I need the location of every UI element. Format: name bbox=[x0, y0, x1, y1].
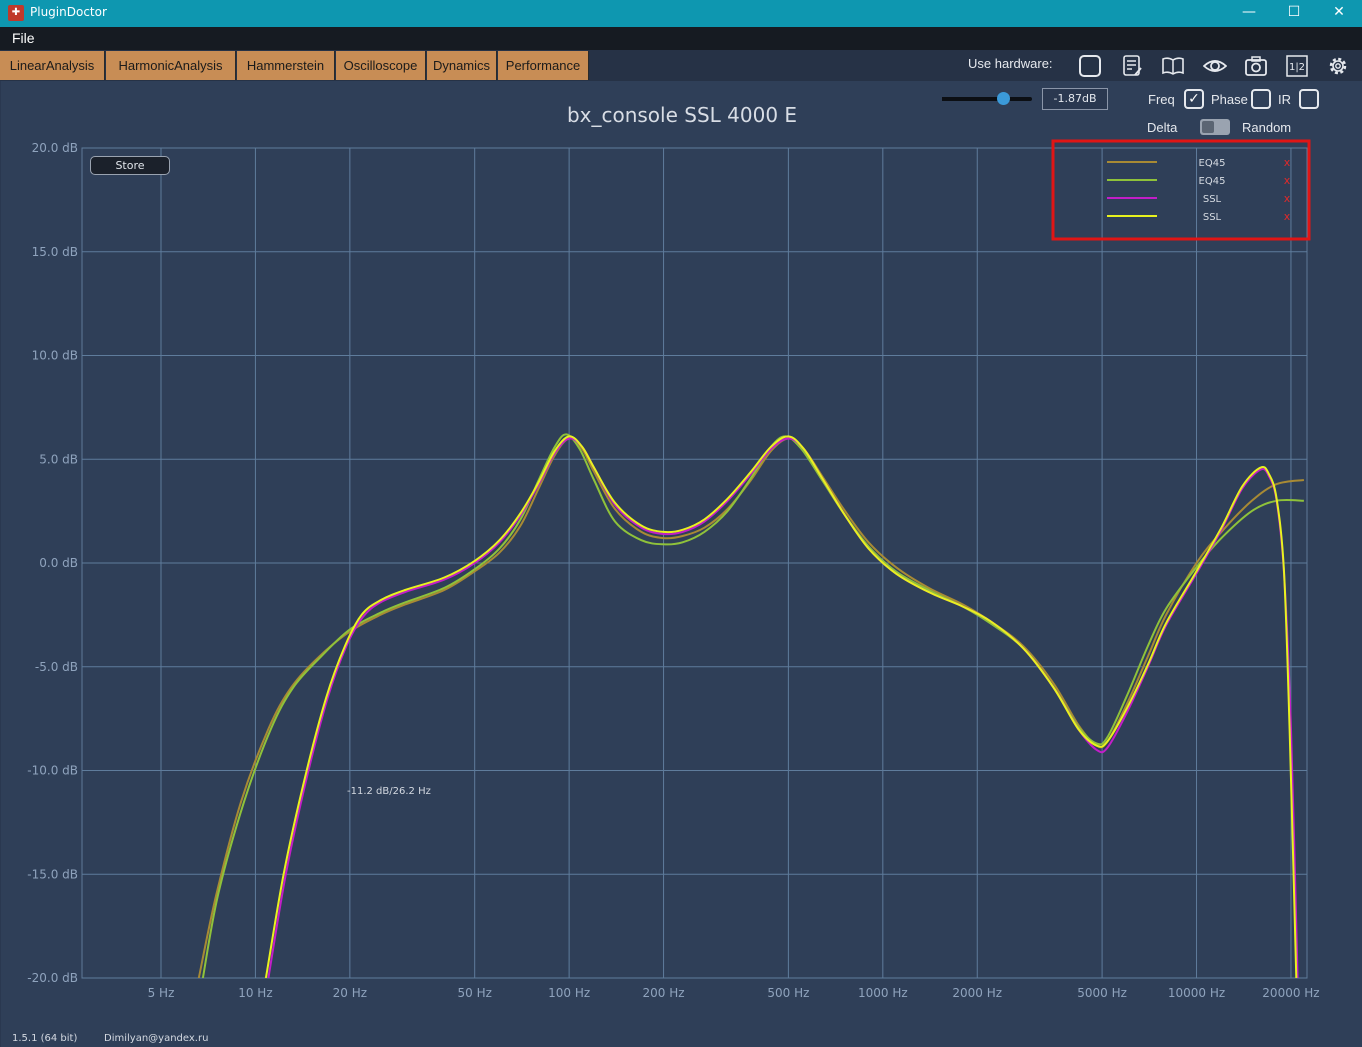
book-icon[interactable] bbox=[1161, 54, 1185, 78]
delta-random-toggle[interactable] bbox=[1200, 119, 1230, 135]
version-label: 1.5.1 (64 bit) bbox=[12, 1033, 78, 1044]
freq-checkbox[interactable]: ✓ bbox=[1184, 89, 1204, 109]
y-tick-label: -5.0 dB bbox=[35, 660, 78, 674]
tab-hammerstein[interactable]: Hammerstein bbox=[237, 51, 335, 80]
y-tick-label: -15.0 dB bbox=[27, 867, 78, 881]
gain-slider[interactable] bbox=[942, 92, 1032, 105]
phase-label: Phase bbox=[1211, 92, 1248, 107]
x-tick-label: 5000 Hz bbox=[1077, 986, 1127, 1000]
camera-icon[interactable] bbox=[1244, 54, 1268, 78]
use-hardware-label: Use hardware: bbox=[968, 56, 1053, 71]
legend-remove-icon[interactable]: x bbox=[1284, 210, 1291, 223]
y-tick-label: 5.0 dB bbox=[39, 452, 78, 466]
maximize-button[interactable]: ☐ bbox=[1271, 0, 1317, 27]
phase-checkbox[interactable] bbox=[1251, 89, 1271, 109]
x-tick-label: 20000 Hz bbox=[1262, 986, 1319, 1000]
y-tick-label: -10.0 dB bbox=[27, 764, 78, 778]
tab-bar: LinearAnalysis HarmonicAnalysis Hammerst… bbox=[0, 50, 1362, 81]
notes-icon[interactable] bbox=[1120, 54, 1144, 78]
cursor-readout: -11.2 dB/26.2 Hz bbox=[347, 786, 431, 797]
x-tick-label: 5 Hz bbox=[148, 986, 175, 1000]
x-tick-label: 50 Hz bbox=[457, 986, 491, 1000]
minimize-button[interactable]: — bbox=[1226, 0, 1272, 27]
hardware-checkbox-icon[interactable] bbox=[1078, 54, 1102, 78]
y-tick-label: -20.0 dB bbox=[27, 971, 78, 985]
x-tick-label: 1000 Hz bbox=[858, 986, 908, 1000]
eye-icon[interactable] bbox=[1203, 54, 1227, 78]
tab-performance[interactable]: Performance bbox=[498, 51, 589, 80]
legend-entry-label: SSL bbox=[1203, 212, 1222, 223]
window-title: PluginDoctor bbox=[30, 5, 107, 19]
title-bar: ✚ PluginDoctor — ☐ ✕ bbox=[0, 0, 1362, 27]
split-view-label: 1|2 bbox=[1289, 62, 1305, 73]
legend-entry-label: SSL bbox=[1203, 194, 1222, 205]
legend-remove-icon[interactable]: x bbox=[1284, 192, 1291, 205]
close-button[interactable]: ✕ bbox=[1316, 0, 1362, 27]
delta-label: Delta bbox=[1147, 120, 1178, 135]
tab-dynamics[interactable]: Dynamics bbox=[427, 51, 497, 80]
frequency-response-chart[interactable]: 20.0 dB 15.0 dB 10.0 dB 5.0 dB 0.0 dB -5.0 dB… bbox=[1, 81, 1362, 1047]
gain-value-field[interactable]: -1.87dB bbox=[1042, 88, 1108, 110]
y-tick-label: 20.0 dB bbox=[32, 141, 78, 155]
random-label: Random bbox=[1242, 120, 1292, 135]
tab-harmonic-analysis[interactable]: HarmonicAnalysis bbox=[106, 51, 236, 80]
linear-analysis-panel: 20.0 dB 15.0 dB 10.0 dB 5.0 dB 0.0 dB -5.0 dB… bbox=[0, 81, 1362, 1047]
legend-remove-icon[interactable]: x bbox=[1284, 156, 1291, 169]
x-tick-label: 2000 Hz bbox=[952, 986, 1002, 1000]
split-view-icon[interactable]: 1|2 bbox=[1285, 54, 1309, 78]
y-tick-label: 0.0 dB bbox=[39, 556, 78, 570]
freq-label: Freq bbox=[1148, 92, 1175, 107]
y-tick-label: 10.0 dB bbox=[32, 349, 78, 363]
tab-oscilloscope[interactable]: Oscilloscope bbox=[336, 51, 426, 80]
y-tick-label: 15.0 dB bbox=[32, 245, 78, 259]
x-tick-label: 100 Hz bbox=[548, 986, 590, 1000]
user-email-label: Dimilyan@yandex.ru bbox=[104, 1033, 209, 1044]
legend-remove-icon[interactable]: x bbox=[1284, 174, 1291, 187]
menu-file[interactable]: File bbox=[12, 30, 35, 46]
x-tick-label: 10 Hz bbox=[238, 986, 272, 1000]
ir-label: IR bbox=[1278, 92, 1291, 107]
store-button[interactable]: Store bbox=[90, 156, 170, 175]
app-logo-icon: ✚ bbox=[8, 5, 24, 21]
x-tick-label: 10000 Hz bbox=[1168, 986, 1225, 1000]
x-tick-label: 500 Hz bbox=[767, 986, 809, 1000]
tab-linear-analysis[interactable]: LinearAnalysis bbox=[0, 51, 105, 80]
checkmark-icon: ✓ bbox=[1188, 91, 1200, 107]
x-tick-label: 20 Hz bbox=[333, 986, 367, 1000]
ir-checkbox[interactable] bbox=[1299, 89, 1319, 109]
legend-entry-label: EQ45 bbox=[1199, 158, 1226, 169]
toggle-knob bbox=[1202, 121, 1214, 133]
x-tick-label: 200 Hz bbox=[643, 986, 685, 1000]
menu-bar: File bbox=[0, 27, 1362, 50]
legend-entry-label: EQ45 bbox=[1199, 176, 1226, 187]
settings-gear-icon[interactable] bbox=[1326, 54, 1350, 78]
gain-slider-track bbox=[942, 97, 1004, 101]
